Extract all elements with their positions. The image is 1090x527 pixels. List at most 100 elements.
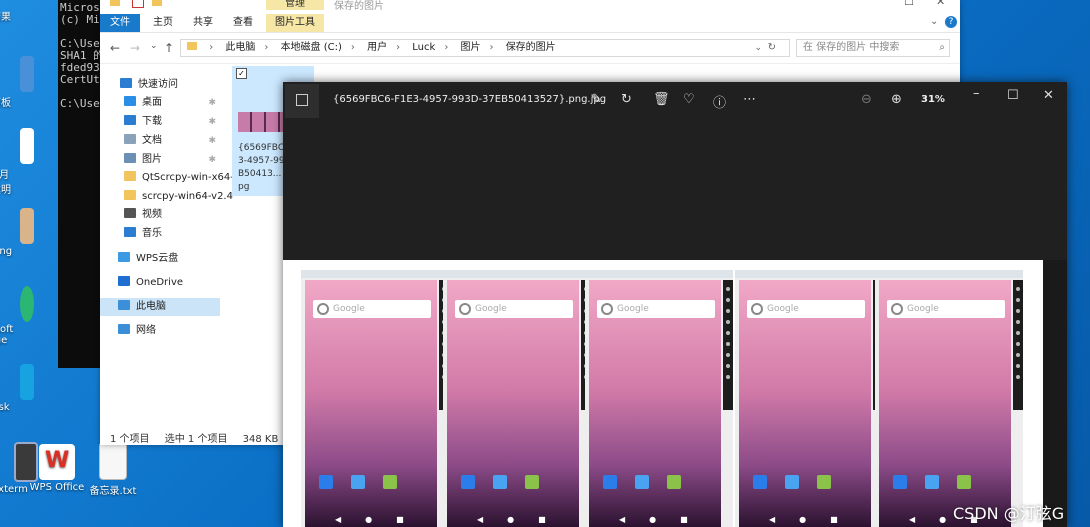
app-icon <box>925 475 939 489</box>
maximize-icon[interactable]: ☐ <box>1007 88 1019 103</box>
zoom-in-icon[interactable]: ⊕ <box>891 92 902 107</box>
breadcrumb-users[interactable]: 用户 <box>367 42 387 53</box>
app-icon <box>319 475 333 489</box>
nav-item[interactable]: OneDrive <box>100 274 220 292</box>
search-icon <box>891 303 903 315</box>
video-icon <box>124 208 136 218</box>
nav-item[interactable]: 桌面 ✱ <box>100 94 220 112</box>
address-bar[interactable]: › 此电脑 › 本地磁盘 (C:) › 用户 › Luck › 图片 › 保存的图片 ↻ … <box>180 39 790 57</box>
recent-chevron-icon[interactable]: ⌄ <box>150 41 158 51</box>
desktop-icon-label: 备忘录.txt <box>89 486 137 497</box>
nav-item-label: 文档 <box>142 135 162 146</box>
refresh-icon[interactable]: ↻ <box>768 40 776 56</box>
forward-arrow-icon[interactable]: → <box>130 41 140 55</box>
breadcrumb-luck[interactable]: Luck <box>412 42 435 53</box>
selected-count: 选中 1 个项目 <box>164 434 228 445</box>
phone-screenshot: Google ◀ ● ■ <box>443 270 591 527</box>
nav-item[interactable]: 下载 ✱ <box>100 113 220 131</box>
rotate-icon[interactable]: ↻ <box>621 92 632 107</box>
maximize-icon[interactable]: ☐ <box>904 0 914 8</box>
nav-item-label: scrcpy-win64-v2.4 <box>142 191 233 202</box>
google-search-bar: Google <box>455 300 573 318</box>
viewer-thumbnail[interactable] <box>285 84 319 118</box>
app-icon <box>667 475 681 489</box>
delete-icon[interactable]: 🗑 <box>653 92 670 107</box>
search-input[interactable]: 在 保存的图片 中搜索 ⌕ <box>796 39 950 57</box>
address-dropdown-icon[interactable]: ⌄ <box>754 40 762 56</box>
phone-screen: Google ◀ ● ■ <box>305 280 437 527</box>
nav-item[interactable]: 图片 ✱ <box>100 151 220 169</box>
breadcrumb-this-pc[interactable]: 此电脑 <box>225 42 255 53</box>
home-icon: ● <box>939 515 947 524</box>
pin-icon[interactable]: ✱ <box>208 113 216 131</box>
chevron-down-icon[interactable]: ⌄ <box>930 16 938 27</box>
breadcrumb-pictures[interactable]: 图片 <box>461 42 481 53</box>
network-icon <box>118 324 130 334</box>
scrcpy-side-toolbar <box>1013 280 1023 410</box>
help-icon[interactable]: ? <box>945 16 957 28</box>
close-icon[interactable]: ✕ <box>936 0 945 8</box>
info-icon[interactable]: ⓘ <box>713 92 726 111</box>
photos-viewer-window[interactable]: {6569FBC6-F1E3-4957-993D-37EB50413527}.p… <box>283 82 1067 527</box>
nav-item-label: 桌面 <box>142 97 162 108</box>
more-options-icon[interactable]: ⋯ <box>743 92 756 107</box>
nav-item[interactable]: 音乐 <box>100 225 220 243</box>
nav-item-label: 快速访问 <box>138 79 178 90</box>
desktop-icon-memo[interactable]: 备忘录.txt <box>78 442 148 497</box>
text-file-icon <box>99 442 127 480</box>
app-icon <box>785 475 799 489</box>
explorer-titlebar[interactable]: 管理 保存的图片 ☐ ✕ <box>100 0 960 14</box>
checkbox-icon[interactable]: ✓ <box>236 68 247 79</box>
android-nav-keys: ◀ ● ■ <box>769 515 849 524</box>
favorite-heart-icon[interactable]: ♡ <box>683 92 695 107</box>
nav-item[interactable]: WPS云盘 <box>100 250 220 268</box>
item-count: 1 个项目 <box>110 434 150 445</box>
music-icon <box>124 227 136 237</box>
desktop-edge-icon[interactable]: osoftge <box>0 286 36 346</box>
nav-item[interactable]: 视频 <box>100 206 220 224</box>
breadcrumb-local-disk[interactable]: 本地磁盘 (C:) <box>281 42 342 53</box>
nav-item[interactable]: 快速访问 <box>100 76 220 94</box>
nav-item-label: 视频 <box>142 209 162 220</box>
zoom-level[interactable]: 31% <box>921 94 945 105</box>
phone-screen: Google ◀ ● ■ <box>739 280 871 527</box>
pin-icon[interactable]: ✱ <box>208 94 216 112</box>
folder-icon <box>110 0 120 6</box>
nav-item[interactable]: 网络 <box>100 322 220 340</box>
app-icon <box>635 475 649 489</box>
tab-view[interactable]: 查看 <box>228 14 258 32</box>
home-icon: ● <box>799 515 807 524</box>
pin-icon[interactable]: ✱ <box>208 132 216 150</box>
nav-item[interactable]: scrcpy-win64-v2.4 <box>100 188 233 206</box>
image-icon <box>20 208 34 244</box>
nav-item-label: WPS云盘 <box>136 253 179 264</box>
tab-picture-tools[interactable]: 图片工具 <box>266 14 324 32</box>
edit-image-icon[interactable]: ✎ <box>591 92 602 107</box>
desktop-edge-label[interactable]: 结果 <box>0 8 36 23</box>
phone-screen: Google ◀ ● ■ <box>879 280 1011 527</box>
breadcrumb-saved-pictures[interactable]: 保存的图片 <box>506 42 556 53</box>
nav-item[interactable]: QtScrcpy-win-x64- <box>100 169 234 187</box>
nav-item[interactable]: 此电脑 <box>100 298 220 316</box>
desktop-edge-icon[interactable]: .png <box>0 208 36 257</box>
close-icon[interactable]: ✕ <box>1043 88 1054 103</box>
pin-icon[interactable]: ✱ <box>208 151 216 169</box>
nav-item[interactable]: 文档 ✱ <box>100 132 220 150</box>
tab-file[interactable]: 文件 <box>100 14 140 32</box>
minimize-icon[interactable]: – <box>973 86 980 101</box>
zoom-out-icon[interactable]: ⊖ <box>861 92 872 107</box>
up-arrow-icon[interactable]: ↑ <box>164 41 174 55</box>
back-arrow-icon[interactable]: ← <box>110 41 120 55</box>
google-search-bar: Google <box>747 300 865 318</box>
vertical-scrollbar[interactable] <box>1043 260 1067 527</box>
desktop-edge-icon[interactable]: esk <box>0 364 36 413</box>
desktop-edge-icon[interactable]: 面板 <box>0 56 36 109</box>
google-search-bar: Google <box>313 300 431 318</box>
tab-home[interactable]: 主页 <box>148 14 178 32</box>
edge-browser-icon <box>20 286 34 322</box>
image-canvas[interactable]: Google ◀ ● ■ Google ◀ ● ■ Google ◀ ● ■ Google ◀ ● ■ Goog… <box>283 260 1043 527</box>
desktop-edge-icon[interactable]: 3月建明 <box>0 128 36 196</box>
manage-tab[interactable]: 管理 <box>266 0 324 10</box>
tab-share[interactable]: 共享 <box>188 14 218 32</box>
phone-screenshot: Google ◀ ● ■ <box>735 270 883 527</box>
